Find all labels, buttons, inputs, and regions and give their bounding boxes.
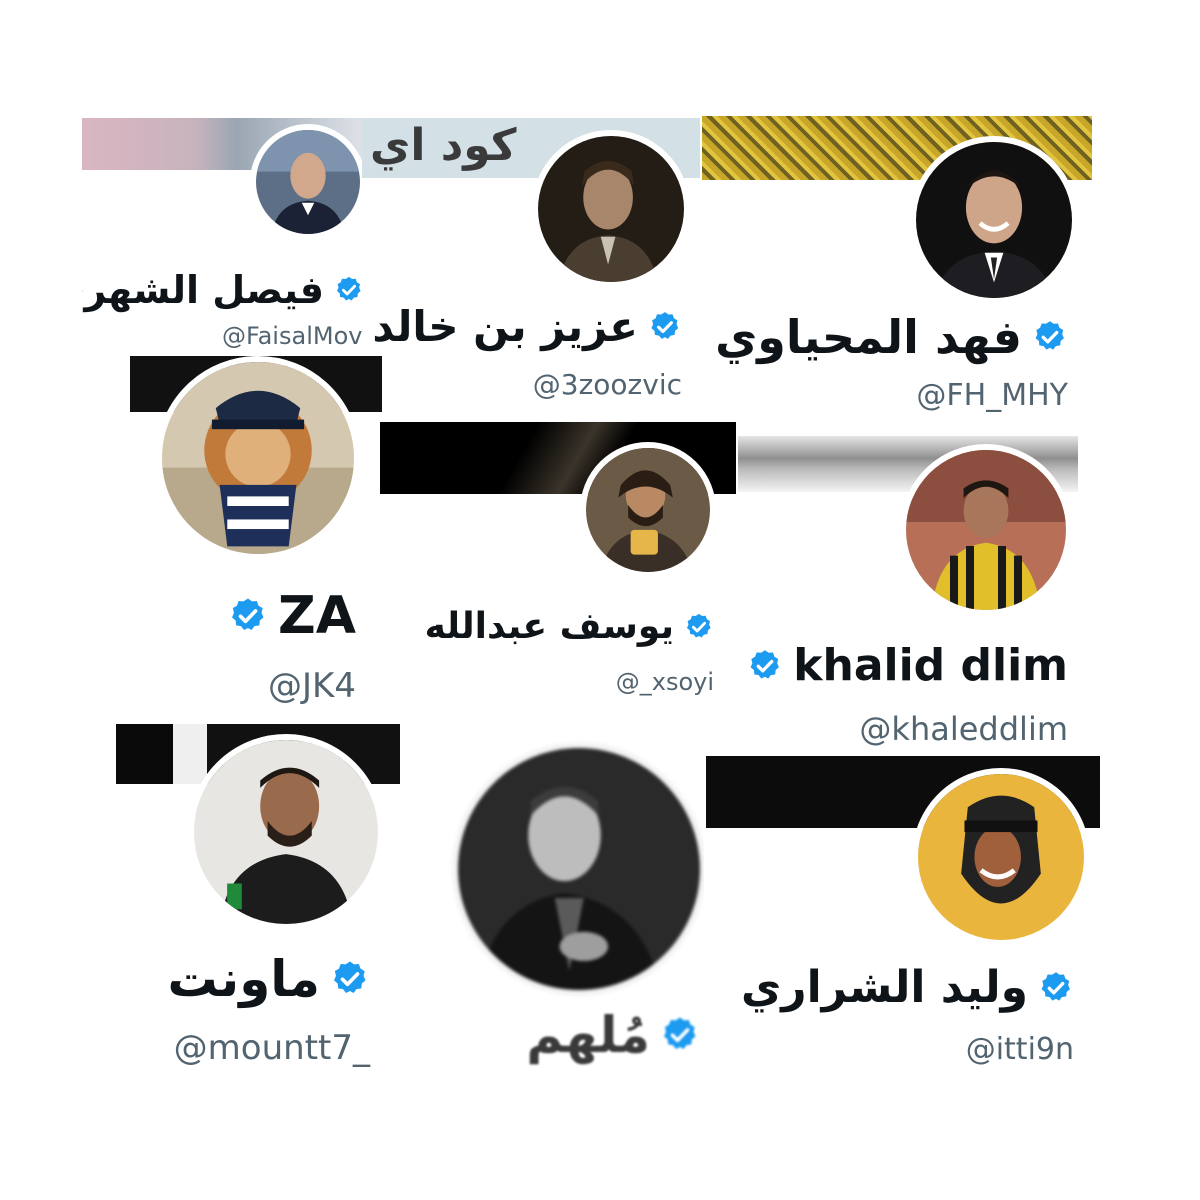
profile-handle[interactable]: @mountt7_ <box>174 1028 370 1068</box>
profile-handle[interactable]: @_xsoyi <box>616 668 714 696</box>
display-name: ماونت <box>167 950 320 1008</box>
verified-badge-icon <box>747 648 783 684</box>
display-name: ZA <box>278 586 356 646</box>
verified-badge-icon <box>330 959 370 999</box>
verified-badge-icon <box>648 310 682 344</box>
profile-name-row: عزيز بن خالد <box>372 302 682 351</box>
profile-handle[interactable]: @itti9n <box>966 1032 1074 1067</box>
profile-avatar[interactable] <box>452 742 704 996</box>
display-name: فيصل الشهري <box>82 268 324 312</box>
profile-name-row: ZA <box>228 586 356 646</box>
profile-avatar[interactable] <box>912 768 1090 946</box>
avatar-portrait-image <box>906 450 1066 610</box>
profile-card-za[interactable]: ZA @JK4 <box>130 356 382 718</box>
display-name: وليد الشراري <box>740 962 1028 1013</box>
profile-card-fahad[interactable]: فهد المحياوي @FH_MHY <box>702 116 1092 426</box>
profile-card-khalid[interactable]: khalid dlim @khaleddlim <box>738 436 1078 754</box>
profile-avatar[interactable] <box>580 442 716 578</box>
avatar-portrait-image <box>194 740 378 924</box>
profile-name-row: فيصل الشهري <box>82 268 364 312</box>
profile-avatar[interactable] <box>250 124 364 240</box>
banner-caption: كود اي <box>370 120 517 171</box>
profile-avatar[interactable] <box>910 136 1078 304</box>
profile-name-row: مُلهم <box>526 1006 700 1064</box>
verified-badge-icon <box>1038 970 1074 1006</box>
profile-card-aziz[interactable]: كود اي عزيز بن خالد @3zoozvic <box>362 118 700 418</box>
profile-avatar[interactable] <box>156 356 360 560</box>
profile-handle[interactable]: @khaleddlim <box>859 710 1068 748</box>
display-name: فهد المحياوي <box>715 310 1022 364</box>
display-name: يوسف عبدالله <box>424 606 674 647</box>
display-name: عزيز بن خالد <box>372 302 638 351</box>
avatar-portrait-image <box>458 748 700 990</box>
verified-badge-icon <box>228 596 268 636</box>
profile-card-waleed[interactable]: وليد الشراري @itti9n <box>706 756 1100 1074</box>
verified-badge-icon <box>334 275 364 305</box>
profile-name-row: وليد الشراري <box>741 962 1074 1013</box>
verified-badge-icon <box>684 612 714 642</box>
avatar-portrait-image <box>256 130 360 234</box>
display-name: مُلهم <box>526 1006 650 1064</box>
profile-name-row: فهد المحياوي <box>715 310 1068 364</box>
profile-handle[interactable]: @FH_MHY <box>916 378 1068 413</box>
avatar-portrait-image <box>916 142 1072 298</box>
profile-avatar[interactable] <box>188 734 384 930</box>
profile-handle[interactable]: @3zoozvic <box>533 368 682 401</box>
profile-name-row: يوسف عبدالله <box>425 606 714 647</box>
profile-card-faisal[interactable]: فيصل الشهري @FaisalMov <box>82 118 364 358</box>
avatar-cat-lion-image <box>162 362 354 554</box>
avatar-portrait-image <box>538 136 684 282</box>
verified-badge-icon <box>660 1015 700 1055</box>
avatar-portrait-image <box>586 448 710 572</box>
profile-card-yousef[interactable]: يوسف عبدالله @_xsoyi <box>380 422 736 708</box>
avatar-illustration-image <box>918 774 1084 940</box>
profile-handle[interactable]: @JK4 <box>268 666 356 706</box>
profile-name-row: khalid dlim <box>747 640 1068 691</box>
profile-card-mulham[interactable]: مُلهم <box>404 730 704 1070</box>
verified-badge-icon <box>1032 319 1068 355</box>
profile-avatar[interactable] <box>532 130 690 288</box>
profile-avatar[interactable] <box>900 444 1072 616</box>
display-name: khalid dlim <box>793 640 1068 691</box>
profile-name-row: ماونت <box>167 950 370 1008</box>
profile-handle[interactable]: @FaisalMov <box>222 322 362 350</box>
profile-card-mount[interactable]: ماونت @mountt7_ <box>116 724 400 1074</box>
